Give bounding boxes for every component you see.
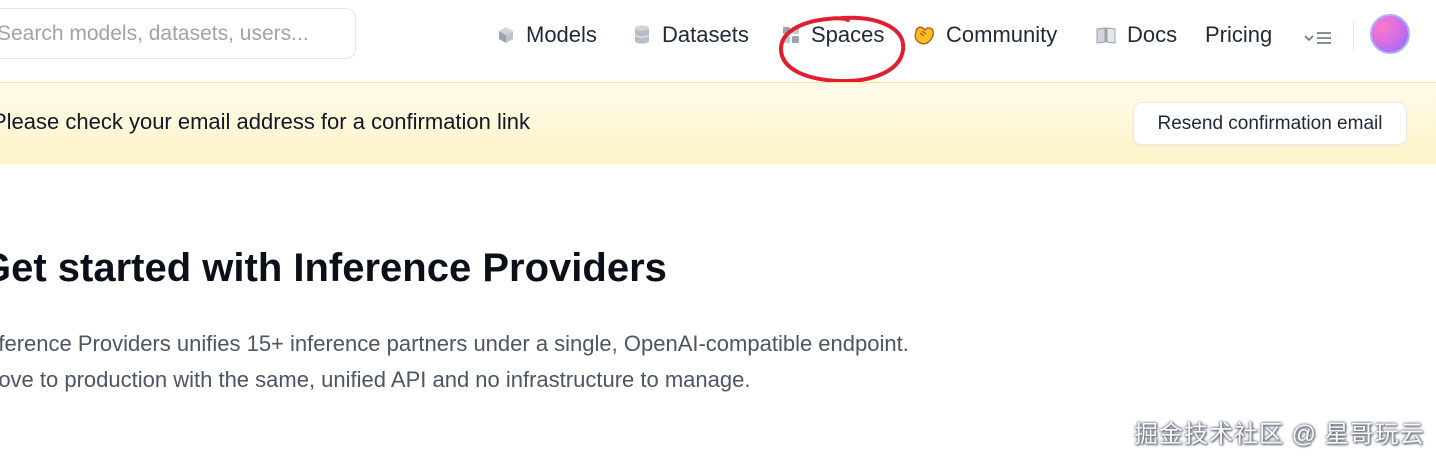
confirmation-banner: Please check your email address for a co… xyxy=(0,82,1436,164)
nav-pricing[interactable]: Pricing xyxy=(1205,19,1272,51)
hugging-hands-icon xyxy=(912,24,936,46)
nav-community[interactable]: Community xyxy=(912,19,1057,51)
page-title: Get started with Inference Providers xyxy=(0,246,667,290)
search-box[interactable] xyxy=(0,8,356,59)
nav-divider xyxy=(1353,20,1354,50)
nav-community-label: Community xyxy=(946,22,1058,47)
database-icon xyxy=(632,24,652,46)
description-line: Inference Providers unifies 15+ inferenc… xyxy=(0,331,909,356)
nav-datasets[interactable]: Datasets xyxy=(632,19,749,51)
nav-docs-label: Docs xyxy=(1127,22,1178,47)
resend-confirmation-button[interactable]: Resend confirmation email xyxy=(1133,102,1407,145)
nav-spaces[interactable]: Spaces xyxy=(781,19,884,51)
nav-pricing-label: Pricing xyxy=(1205,22,1273,47)
chevron-down-list-icon xyxy=(1303,26,1333,50)
spaces-grid-icon xyxy=(781,25,801,45)
search-input[interactable] xyxy=(0,9,355,58)
nav-datasets-label: Datasets xyxy=(662,22,749,47)
description-line: Move to production with the same, unifie… xyxy=(0,367,751,392)
banner-message: Please check your email address for a co… xyxy=(0,109,531,134)
nav-spaces-label: Spaces xyxy=(811,22,885,47)
top-navigation-bar: Models Datasets Spaces xyxy=(0,0,1436,84)
page-description: Inference Providers unifies 15+ inferenc… xyxy=(0,326,909,398)
book-icon xyxy=(1095,25,1117,45)
user-avatar[interactable] xyxy=(1370,14,1410,54)
nav-docs[interactable]: Docs xyxy=(1095,19,1177,51)
nav-models[interactable]: Models xyxy=(496,19,597,51)
watermark: 掘金技术社区 @ 星哥玩云 xyxy=(1134,421,1425,448)
cube-icon xyxy=(496,25,516,45)
page: Models Datasets Spaces xyxy=(0,0,1436,460)
more-menu-button[interactable] xyxy=(1303,22,1333,54)
nav-models-label: Models xyxy=(526,22,597,47)
